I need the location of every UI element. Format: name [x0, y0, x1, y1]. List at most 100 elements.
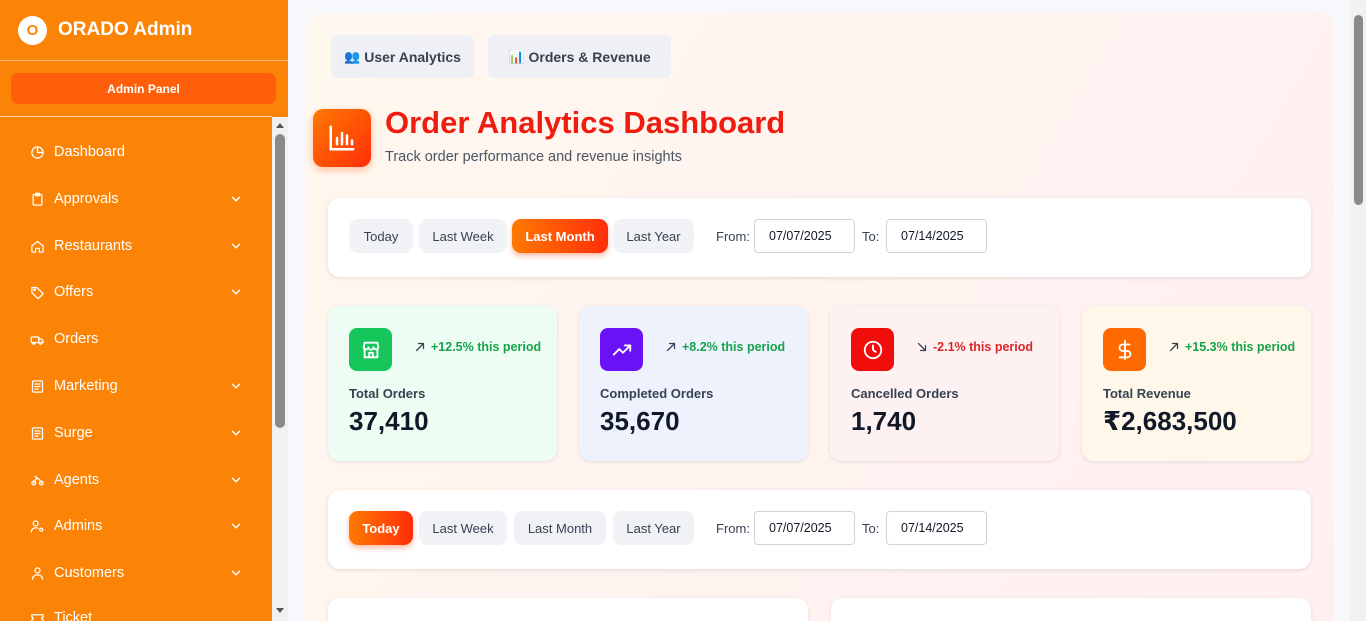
stat-value: 35,670 — [600, 406, 680, 436]
stat-card-total-orders: +12.5% this period Total Orders 37,410 — [328, 306, 557, 461]
filter-last-month-button[interactable]: Last Month — [512, 219, 608, 253]
analytics-header-icon — [313, 109, 371, 167]
filter-today-button[interactable]: Today — [349, 511, 413, 545]
trend-indicator: +15.3% this period — [1168, 340, 1295, 354]
sidebar-divider — [0, 116, 272, 117]
user-cog-icon — [28, 517, 46, 535]
home-icon — [28, 237, 46, 255]
trend-text: -2.1% this period — [933, 340, 1034, 354]
dollar-icon — [1103, 328, 1146, 371]
tab-user-analytics[interactable]: 👥 User Analytics — [331, 35, 474, 78]
stat-label: Total Orders — [349, 386, 426, 401]
trend-text: +15.3% this period — [1185, 340, 1296, 354]
arrow-up-right-icon — [415, 342, 425, 352]
chart-card-left — [328, 598, 808, 621]
filter-last-week-button[interactable]: Last Week — [419, 511, 507, 545]
filter-today-button[interactable]: Today — [349, 219, 413, 253]
scroll-down-arrow-icon[interactable] — [275, 607, 285, 615]
page-subtitle: Track order performance and revenue insi… — [385, 149, 682, 165]
sidebar-item-marketing[interactable]: Marketing — [0, 366, 272, 406]
sidebar-item-agents[interactable]: Agents — [0, 460, 272, 500]
sidebar-item-admins[interactable]: Admins — [0, 506, 272, 546]
sidebar-item-label: Agents — [54, 472, 100, 488]
list-icon — [28, 424, 46, 442]
sidebar-item-label: Orders — [54, 331, 99, 347]
sidebar-item-approvals[interactable]: Approvals — [0, 179, 272, 219]
chevron-down-icon — [231, 243, 241, 249]
to-label: To: — [862, 228, 880, 244]
tag-icon — [28, 283, 46, 301]
sidebar-item-ticket[interactable]: Ticket — [0, 598, 272, 621]
to-date-input[interactable] — [886, 511, 987, 545]
to-date-input[interactable] — [886, 219, 987, 253]
filter-last-week-button[interactable]: Last Week — [419, 219, 507, 253]
chevron-down-icon — [231, 383, 241, 389]
clock-icon — [851, 328, 894, 371]
sidebar-item-label: Restaurants — [54, 238, 133, 254]
tab-label: User Analytics — [364, 48, 461, 65]
tab-orders-revenue[interactable]: 📊 Orders & Revenue — [488, 35, 671, 78]
sidebar-item-label: Customers — [54, 565, 125, 581]
brand: O ORADO Admin — [0, 0, 288, 61]
chevron-down-icon — [231, 430, 241, 436]
stat-card-cancelled-orders: -2.1% this period Cancelled Orders 1,740 — [830, 306, 1059, 461]
sidebar-item-customers[interactable]: Customers — [0, 553, 272, 593]
clipboard-icon — [28, 190, 46, 208]
chevron-down-icon — [231, 196, 241, 202]
stat-label: Completed Orders — [600, 386, 714, 401]
brand-logo: O — [18, 15, 47, 45]
stat-card-total-revenue: +15.3% this period Total Revenue ₹2,683,50… — [1082, 306, 1311, 461]
sidebar-item-orders[interactable]: Orders — [0, 319, 272, 359]
filter-last-year-button[interactable]: Last Year — [613, 511, 694, 545]
tab-label: Orders & Revenue — [528, 48, 651, 65]
filter-last-year-button[interactable]: Last Year — [613, 219, 694, 253]
sidebar-item-label: Approvals — [54, 191, 119, 207]
bike-icon — [28, 471, 46, 489]
bar-chart-icon: 📊 — [508, 48, 525, 64]
page-scroll-thumb[interactable] — [1354, 15, 1363, 205]
sidebar-scroll-thumb[interactable] — [275, 134, 285, 428]
arrow-up-right-icon — [1169, 342, 1179, 352]
stat-value: 37,410 — [349, 406, 429, 436]
filter-last-month-button[interactable]: Last Month — [514, 511, 606, 545]
chevron-down-icon — [231, 523, 241, 529]
store-icon — [349, 328, 392, 371]
sidebar-item-label: Admins — [54, 518, 103, 534]
from-date-input[interactable] — [754, 219, 855, 253]
sidebar-item-label: Dashboard — [54, 144, 125, 160]
list-icon — [28, 377, 46, 395]
sidebar-item-dashboard[interactable]: Dashboard — [0, 132, 272, 172]
stat-value: 1,740 — [851, 406, 917, 436]
chevron-down-icon — [231, 289, 241, 295]
bar-chart-icon — [329, 125, 355, 151]
ticket-icon — [28, 609, 46, 621]
chevron-down-icon — [231, 570, 241, 576]
admin-panel-button[interactable]: Admin Panel — [11, 73, 276, 104]
sidebar-item-label: Offers — [54, 284, 94, 300]
trend-indicator: -2.1% this period — [916, 340, 1033, 354]
arrow-down-right-icon — [917, 342, 927, 352]
scroll-up-arrow-icon[interactable] — [275, 121, 285, 129]
trend-text: +12.5% this period — [431, 340, 542, 354]
sidebar-item-restaurants[interactable]: Restaurants — [0, 226, 272, 266]
users-icon: 👥 — [344, 48, 361, 64]
pie-chart-icon — [28, 143, 46, 161]
trend-text: +8.2% this period — [682, 340, 786, 354]
sidebar-item-surge[interactable]: Surge — [0, 413, 272, 453]
sidebar-item-label: Ticket — [54, 610, 93, 621]
user-icon — [28, 564, 46, 582]
brand-title: ORADO Admin — [58, 19, 193, 40]
arrow-up-right-icon — [666, 342, 676, 352]
trending-up-icon — [600, 328, 643, 371]
to-label: To: — [862, 520, 880, 536]
from-label: From: — [716, 228, 750, 244]
from-date-input[interactable] — [754, 511, 855, 545]
sidebar-item-label: Surge — [54, 425, 93, 441]
sidebar-item-label: Marketing — [54, 378, 118, 394]
stat-value: ₹2,683,500 — [1103, 406, 1237, 436]
sidebar-item-offers[interactable]: Offers — [0, 272, 272, 312]
chart-card-right — [831, 598, 1311, 621]
from-label: From: — [716, 520, 750, 536]
truck-icon — [28, 330, 46, 348]
trend-indicator: +12.5% this period — [414, 340, 541, 354]
